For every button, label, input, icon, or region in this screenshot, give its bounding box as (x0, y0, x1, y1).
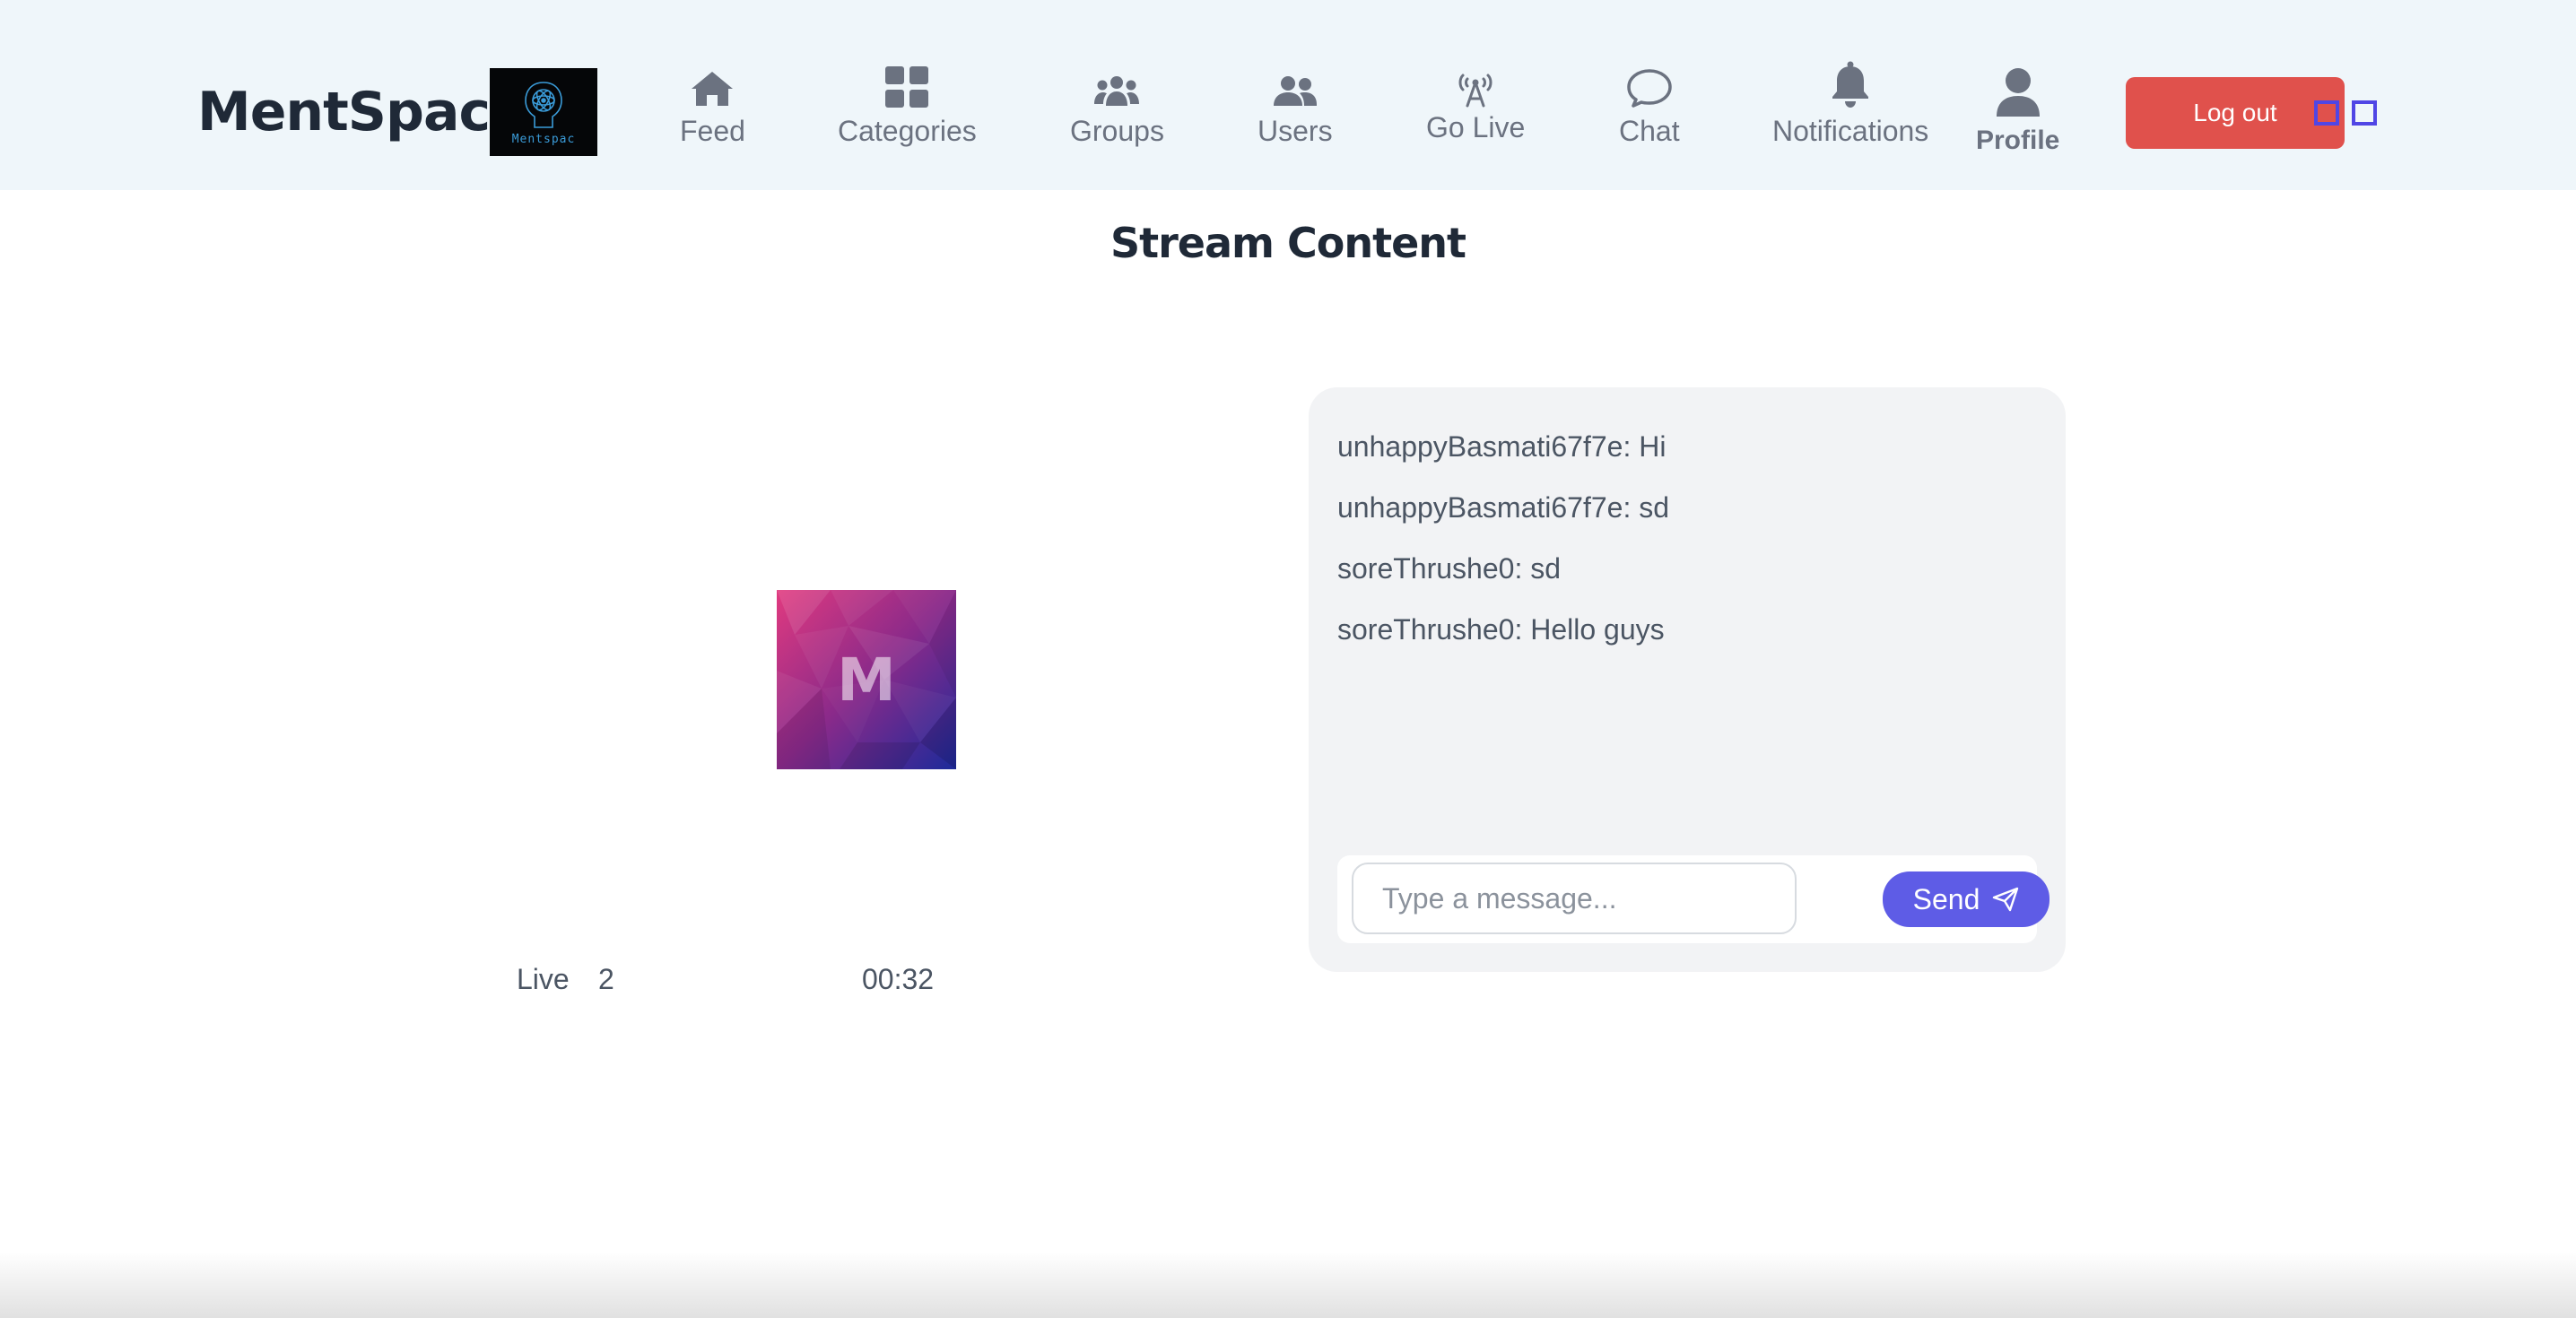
nav-notifications[interactable]: Notifications (1772, 61, 1929, 148)
brand-name: MentSpac (197, 81, 491, 143)
bottom-shadow (0, 1252, 2576, 1318)
message-input[interactable] (1352, 863, 1797, 934)
stream-avatar: M (777, 590, 956, 769)
nav-chat[interactable]: Chat (1619, 66, 1680, 148)
brand-logo: Mentspac (490, 68, 598, 156)
top-navbar: MentSpac Mentspac Feed Categories Groups… (0, 0, 2576, 190)
chat-bubble-icon (1626, 66, 1673, 108)
nav-feed-label: Feed (680, 115, 745, 147)
chat-message: soreThrushe0: Hello guys (1337, 613, 1665, 646)
stream-timer: 00:32 (862, 963, 935, 995)
brand[interactable]: MentSpac Mentspac (197, 68, 598, 156)
send-button[interactable]: Send (1883, 871, 2049, 927)
nav-feed[interactable]: Feed (680, 66, 745, 148)
viewer-count: 2 (598, 963, 614, 995)
logo-caption: Mentspac (511, 132, 576, 146)
nav-go-live[interactable]: Go Live (1426, 66, 1525, 144)
nav-profile[interactable]: Profile (1976, 66, 2059, 156)
grid-icon (885, 66, 929, 108)
nav-notifications-label: Notifications (1772, 115, 1929, 147)
users-icon (1273, 66, 1317, 108)
outline-square-icon[interactable] (2314, 100, 2339, 126)
nav-profile-label: Profile (1976, 126, 2060, 155)
nav-users[interactable]: Users (1258, 66, 1333, 148)
nav-categories[interactable]: Categories (838, 66, 977, 148)
chat-composer: Send (1337, 855, 2049, 943)
brain-logo-icon (525, 81, 562, 128)
users-group-icon (1094, 66, 1140, 108)
nav-categories-label: Categories (838, 115, 977, 147)
logout-button[interactable]: Log out (2126, 77, 2345, 149)
nav-groups-label: Groups (1070, 115, 1164, 147)
chat-message: unhappyBasmati67f7e: Hi (1337, 430, 1667, 463)
paper-plane-icon (1993, 887, 2019, 912)
avatar-letter: M (837, 645, 896, 715)
nav-go-live-label: Go Live (1426, 111, 1526, 143)
home-icon (690, 66, 735, 108)
live-label: Live (517, 963, 570, 995)
nav-groups[interactable]: Groups (1070, 66, 1164, 148)
nav-chat-label: Chat (1619, 115, 1680, 147)
bell-icon (1831, 61, 1870, 108)
chat-panel: unhappyBasmati67f7e: Hi unhappyBasmati67… (1309, 387, 2066, 972)
user-icon (1995, 66, 2041, 117)
nav-users-label: Users (1258, 115, 1333, 147)
broadcast-icon (1454, 66, 1497, 108)
send-label: Send (1912, 882, 1980, 915)
chat-message: soreThrushe0: sd (1337, 552, 1562, 585)
chat-message: unhappyBasmati67f7e: sd (1337, 491, 1670, 524)
page-title: Stream Content (1110, 219, 1466, 267)
outline-square-icon[interactable] (2352, 100, 2377, 126)
